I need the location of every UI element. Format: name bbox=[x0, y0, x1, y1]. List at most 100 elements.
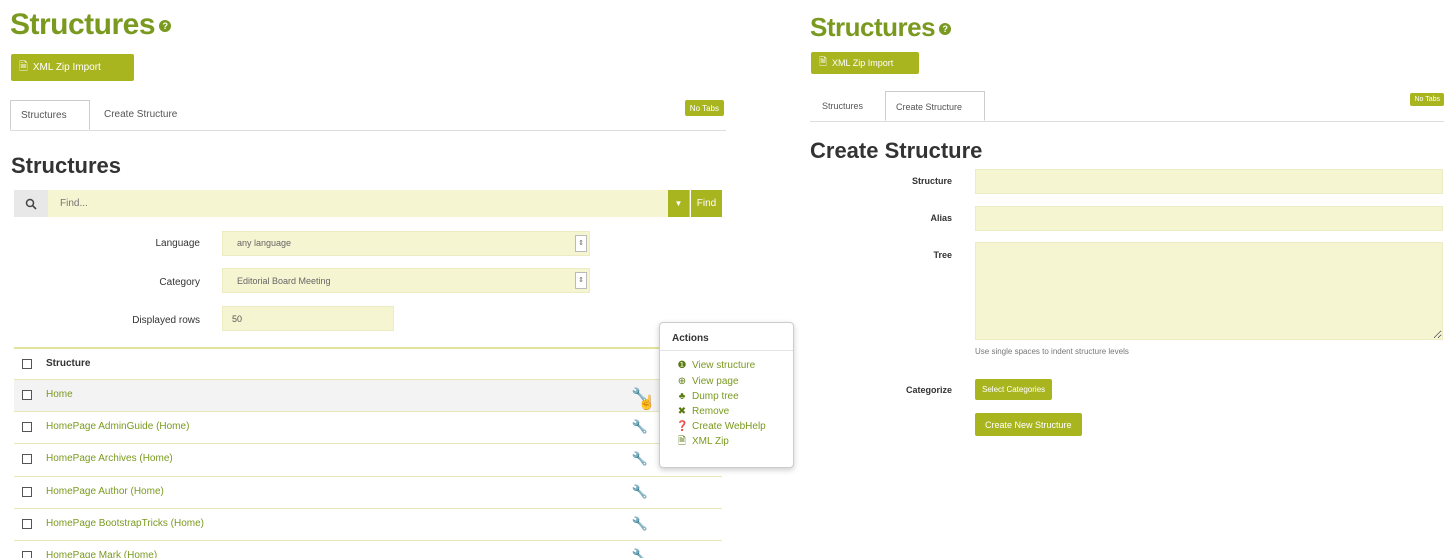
language-label: Language bbox=[155, 238, 201, 249]
structure-input[interactable] bbox=[975, 169, 1443, 194]
language-select-value: any language bbox=[237, 238, 292, 248]
structure-link[interactable]: HomePage Mark (Home) bbox=[46, 550, 157, 558]
wrench-icon[interactable]: 🔧 bbox=[632, 419, 648, 435]
table-header: Structure bbox=[14, 347, 722, 379]
no-tabs-label: No Tabs bbox=[1414, 96, 1440, 103]
wrench-icon[interactable]: 🔧 bbox=[632, 451, 648, 467]
search-plus-icon: ⊕ bbox=[677, 376, 687, 387]
structure-link[interactable]: HomePage Archives (Home) bbox=[46, 453, 173, 464]
question-circle-icon[interactable]: ? bbox=[159, 20, 172, 33]
structure-label: Structure bbox=[911, 176, 952, 186]
question-circle-icon: ❓ bbox=[676, 421, 689, 432]
caret-down-icon: ▼ bbox=[674, 199, 683, 208]
action-label: View structure bbox=[692, 360, 756, 371]
select-categories-button[interactable]: Select Categories bbox=[975, 379, 1053, 400]
table-row: HomePage Mark (Home) 🔧 bbox=[14, 540, 722, 558]
no-tabs-label: No Tabs bbox=[689, 103, 719, 113]
select-categories-label: Select Categories bbox=[982, 385, 1046, 394]
xml-zip-import-label: XML Zip Import bbox=[32, 62, 101, 73]
page-title: Structures? bbox=[10, 8, 172, 42]
action-view-structure[interactable]: ❶ View structure bbox=[660, 357, 793, 374]
action-label: Create WebHelp bbox=[692, 421, 766, 432]
table-row: HomePage AdminGuide (Home) 🔧 bbox=[14, 411, 722, 443]
hand-cursor-icon: ☝ bbox=[638, 394, 656, 410]
info-circle-icon: ❶ bbox=[677, 360, 687, 371]
tree-label: Tree bbox=[933, 250, 952, 260]
action-label: Dump tree bbox=[692, 391, 739, 402]
sitemap-icon: ♣ bbox=[678, 391, 686, 402]
page-title: Structures? bbox=[810, 12, 952, 43]
alias-input[interactable] bbox=[975, 206, 1443, 231]
actions-popover-title: Actions bbox=[660, 323, 793, 351]
search-dropdown-toggle[interactable]: ▼ bbox=[668, 190, 690, 217]
select-arrows-icon: ⇕ bbox=[575, 272, 587, 289]
row-checkbox[interactable] bbox=[22, 487, 32, 497]
alias-label: Alias bbox=[930, 213, 952, 223]
search-input[interactable] bbox=[48, 190, 668, 217]
action-xml-zip[interactable]: 🗎 XML Zip bbox=[660, 434, 793, 449]
row-checkbox[interactable] bbox=[22, 390, 32, 400]
question-circle-icon[interactable]: ? bbox=[939, 23, 952, 36]
language-select[interactable]: any language ⇕ bbox=[222, 231, 590, 256]
xml-zip-import-button[interactable]: 🗎 XML Zip Import bbox=[11, 54, 134, 81]
row-checkbox[interactable] bbox=[22, 519, 32, 529]
times-icon: ✖ bbox=[677, 406, 687, 417]
section-title: Create Structure bbox=[810, 138, 983, 163]
page-title-text: Structures bbox=[10, 8, 156, 41]
tab-label: Create Structure bbox=[104, 109, 178, 120]
tab-create-structure[interactable]: Create Structure bbox=[885, 91, 985, 121]
create-new-structure-button[interactable]: Create New Structure bbox=[975, 413, 1082, 436]
displayed-rows-value: 50 bbox=[232, 314, 243, 324]
search-icon bbox=[14, 190, 48, 217]
action-label: View page bbox=[692, 376, 739, 387]
table-row: HomePage Author (Home) 🔧 bbox=[14, 476, 722, 508]
action-remove[interactable]: ✖ Remove bbox=[660, 404, 793, 419]
structure-link[interactable]: Home bbox=[46, 389, 73, 400]
row-checkbox[interactable] bbox=[22, 551, 32, 558]
tree-help-text: Use single spaces to indent structure le… bbox=[975, 347, 1129, 356]
category-select[interactable]: Editorial Board Meeting ⇕ bbox=[222, 268, 590, 293]
action-create-webhelp[interactable]: ❓ Create WebHelp bbox=[660, 419, 793, 434]
structure-column-header: Structure bbox=[46, 358, 91, 369]
categorize-label: Categorize bbox=[905, 385, 952, 395]
displayed-rows-label: Displayed rows bbox=[132, 315, 200, 326]
tab-label: Create Structure bbox=[896, 102, 963, 112]
table-row: HomePage Archives (Home) 🔧 bbox=[14, 443, 722, 475]
structure-link[interactable]: HomePage AdminGuide (Home) bbox=[46, 421, 189, 432]
wrench-icon[interactable]: 🔧 bbox=[632, 484, 648, 500]
tab-bar: Structures Create Structure No Tabs bbox=[810, 91, 1444, 122]
wrench-icon[interactable]: 🔧 bbox=[632, 516, 648, 532]
tab-label: Structures bbox=[822, 101, 864, 111]
search-bar: ▼ Find bbox=[14, 190, 722, 217]
structure-link[interactable]: HomePage Author (Home) bbox=[46, 486, 164, 497]
find-label: Find bbox=[696, 198, 717, 209]
row-checkbox[interactable] bbox=[22, 454, 32, 464]
tab-bar: Structures Create Structure No Tabs bbox=[10, 100, 726, 131]
category-select-value: Editorial Board Meeting bbox=[237, 276, 331, 286]
no-tabs-button[interactable]: No Tabs bbox=[684, 100, 724, 116]
no-tabs-button[interactable]: No Tabs bbox=[1410, 93, 1444, 106]
tree-textarea[interactable] bbox=[975, 242, 1443, 340]
table-row: HomePage BootstrapTricks (Home) 🔧 bbox=[14, 508, 722, 540]
xml-zip-import-button[interactable]: 🗎 XML Zip Import bbox=[811, 52, 919, 74]
find-button[interactable]: Find bbox=[691, 190, 722, 217]
section-title: Structures bbox=[11, 153, 122, 178]
structure-link[interactable]: HomePage BootstrapTricks (Home) bbox=[46, 518, 204, 529]
wrench-icon[interactable]: 🔧 bbox=[632, 548, 648, 558]
tab-structures[interactable]: Structures bbox=[10, 100, 90, 130]
category-label: Category bbox=[159, 277, 200, 288]
select-all-checkbox[interactable] bbox=[22, 359, 32, 369]
action-label: Remove bbox=[692, 406, 730, 417]
file-icon: 🗎 bbox=[677, 436, 687, 447]
file-icon: 🗎 bbox=[819, 56, 828, 68]
displayed-rows-input[interactable]: 50 bbox=[222, 306, 394, 331]
tab-create-structure[interactable]: Create Structure bbox=[94, 100, 187, 130]
tab-label: Structures bbox=[21, 110, 67, 121]
xml-zip-import-label: XML Zip Import bbox=[832, 58, 894, 68]
action-view-page[interactable]: ⊕ View page bbox=[660, 374, 793, 389]
row-checkbox[interactable] bbox=[22, 422, 32, 432]
create-new-structure-label: Create New Structure bbox=[985, 419, 1072, 430]
tab-structures[interactable]: Structures bbox=[812, 91, 873, 121]
actions-popover: Actions ❶ View structure ⊕ View page ♣ Dump… bbox=[659, 322, 794, 468]
action-dump-tree[interactable]: ♣ Dump tree bbox=[660, 389, 793, 404]
